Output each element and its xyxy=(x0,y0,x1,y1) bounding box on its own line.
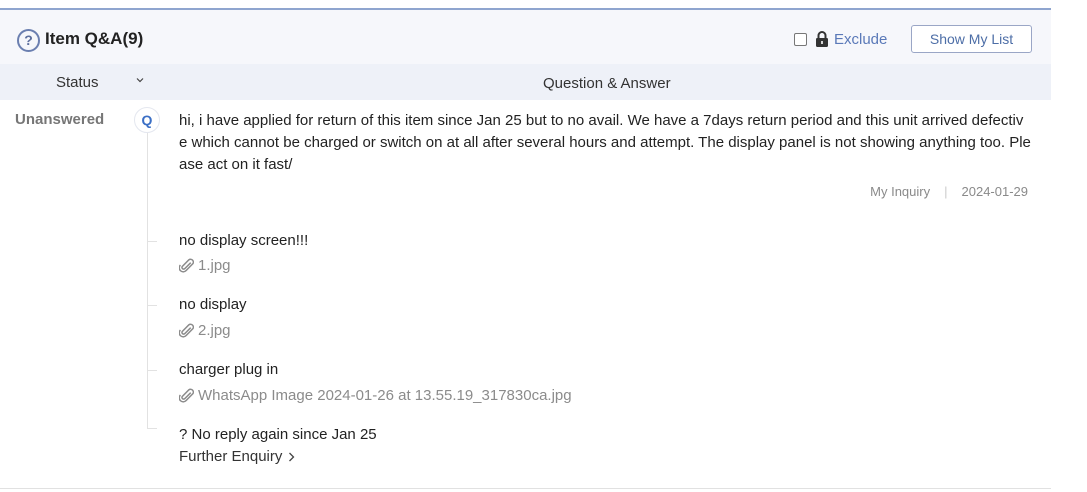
qa-panel: ? Item Q&A(9) Exclude Show My List Statu… xyxy=(0,8,1051,489)
exclude-label[interactable]: Exclude xyxy=(834,31,887,48)
question-badge: Q xyxy=(134,107,160,133)
show-my-list-button[interactable]: Show My List xyxy=(911,25,1032,53)
attachment-link[interactable]: 2.jpg xyxy=(179,322,231,339)
chevron-down-icon[interactable] xyxy=(136,76,144,84)
thread-tick xyxy=(147,370,157,371)
attachment-link[interactable]: 1.jpg xyxy=(179,257,231,274)
reply-text: no display xyxy=(179,296,247,313)
thread-line xyxy=(147,133,148,428)
meta-type: My Inquiry xyxy=(870,184,931,199)
thread-tick xyxy=(147,241,157,242)
attachment-link[interactable]: WhatsApp Image 2024-01-26 at 13.55.19_31… xyxy=(179,387,572,404)
page-title: Item Q&A(9) xyxy=(45,29,144,48)
meta-date: 2024-01-29 xyxy=(961,184,1029,199)
help-icon[interactable]: ? xyxy=(17,29,40,52)
column-question-answer: Question & Answer xyxy=(543,75,671,92)
column-header: Status Question & Answer xyxy=(0,64,1051,100)
question-text: hi, i have applied for return of this it… xyxy=(179,112,1031,173)
meta-separator: | xyxy=(944,184,948,199)
exclude-checkbox[interactable] xyxy=(794,32,807,46)
attachment-filename[interactable]: 2.jpg xyxy=(198,322,231,339)
column-status[interactable]: Status xyxy=(56,74,99,91)
status-badge: Unanswered xyxy=(15,111,105,128)
thread-tick xyxy=(147,428,157,429)
qa-header: ? Item Q&A(9) Exclude Show My List xyxy=(0,10,1051,64)
exclude-toggle[interactable]: Exclude xyxy=(794,30,887,48)
paperclip-icon xyxy=(179,388,194,403)
reply-text: charger plug in xyxy=(179,361,279,378)
chevron-right-icon xyxy=(289,452,295,461)
reply-text: ? No reply again since Jan 25 xyxy=(179,426,377,443)
paperclip-icon xyxy=(179,258,194,273)
question-meta: My Inquiry | 2024-01-29 xyxy=(870,184,1028,199)
lock-icon xyxy=(816,31,828,47)
further-enquiry-link[interactable]: Further Enquiry xyxy=(179,448,295,465)
attachment-filename[interactable]: 1.jpg xyxy=(198,257,231,274)
attachment-filename[interactable]: WhatsApp Image 2024-01-26 at 13.55.19_31… xyxy=(198,387,572,404)
reply-text: no display screen!!! xyxy=(179,232,309,249)
paperclip-icon xyxy=(179,323,194,338)
thread-tick xyxy=(147,305,157,306)
further-enquiry-label[interactable]: Further Enquiry xyxy=(179,448,282,465)
